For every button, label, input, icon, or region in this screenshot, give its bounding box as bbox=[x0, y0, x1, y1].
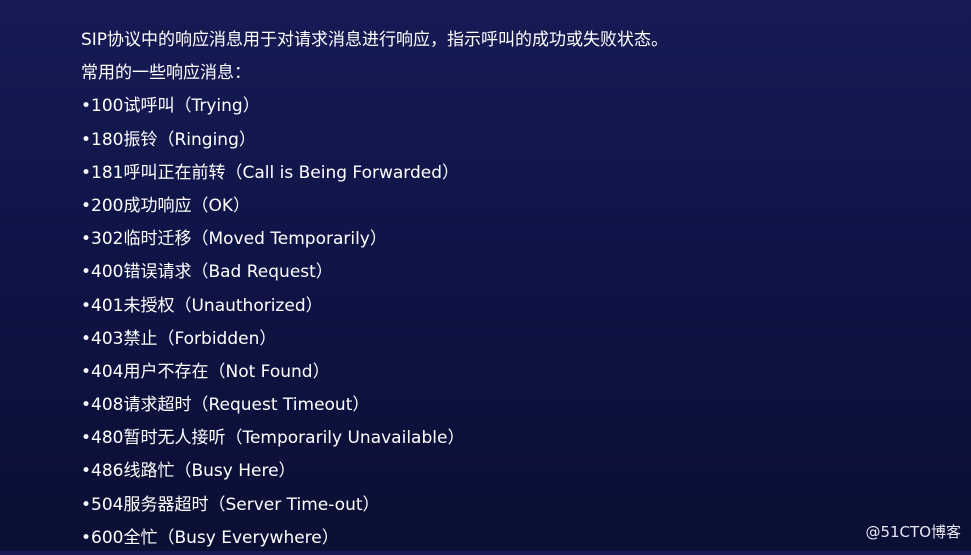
list-item-486: •486线路忙（Busy Here） bbox=[81, 461, 296, 482]
list-item-408: •408请求超时（Request Timeout） bbox=[81, 395, 370, 416]
watermark: @51CTO博客 bbox=[865, 523, 961, 541]
list-item-480: •480暂时无人接听（Temporarily Unavailable） bbox=[81, 428, 465, 449]
list-item-181: •181呼叫正在前转（Call is Being Forwarded） bbox=[81, 162, 460, 183]
intro-text: SIP协议中的响应消息用于对请求消息进行响应，指示呼叫的成功或失败状态。 bbox=[81, 30, 669, 50]
list-item-404: •404用户不存在（Not Found） bbox=[81, 361, 330, 382]
slide-content: SIP协议中的响应消息用于对请求消息进行响应，指示呼叫的成功或失败状态。 常用的… bbox=[81, 24, 941, 555]
list-item-200: •200成功响应（OK） bbox=[81, 195, 251, 216]
list-item-600: •600全忙（Busy Everywhere） bbox=[81, 527, 339, 548]
list-item-100: •100试呼叫（Trying） bbox=[81, 96, 260, 117]
list-item-401: •401未授权（Unauthorized） bbox=[81, 295, 323, 316]
list-item-403: •403禁止（Forbidden） bbox=[81, 328, 277, 349]
subheading: 常用的一些响应消息： bbox=[81, 63, 251, 84]
list-item-504: •504服务器超时（Server Time-out） bbox=[81, 494, 380, 515]
list-item-180: •180振铃（Ringing） bbox=[81, 129, 256, 150]
list-item-400: •400错误请求（Bad Request） bbox=[81, 262, 333, 283]
slide: SIP协议中的响应消息用于对请求消息进行响应，指示呼叫的成功或失败状态。 常用的… bbox=[0, 0, 971, 551]
list-item-302: •302临时迁移（Moved Temporarily） bbox=[81, 229, 387, 250]
